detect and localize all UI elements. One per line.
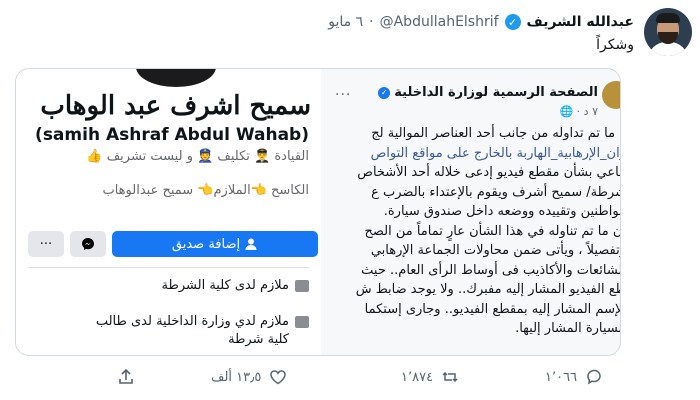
- retweet-icon: [442, 371, 458, 383]
- post-timestamp: ٧ د · 🌐: [559, 105, 598, 118]
- post-line: أن ما تم تناوله في هذا الشأن عارٍ تماماً…: [364, 223, 620, 239]
- facebook-profile-card: سميح اشرف عبد الوهاب (samih Ashraf Abdul…: [16, 69, 321, 355]
- post-line: الإسم المشار إليه بمقطع الفيديو.. وجارى …: [364, 301, 620, 317]
- profile-bio-line-2: الكاسح 👈الملازم👈 سميح عبدالوهاب: [102, 183, 309, 198]
- info-text: ملازم لدي وزارة الداخلية لدى طالب: [95, 314, 289, 329]
- divider: [28, 267, 309, 268]
- tweet-text: وشكراً: [596, 37, 634, 53]
- heart-icon: [270, 370, 287, 385]
- messenger-icon: [82, 238, 94, 250]
- post-line: طع الفيديو المشار إليه مفبرك.. ولا يوجد …: [355, 282, 620, 297]
- share-button[interactable]: [117, 368, 135, 386]
- retweet-button[interactable]: ١٬٨٧٤: [401, 368, 459, 386]
- tweet-actions: ١٣٫٥ ألف ١٬٨٧٤ ١٬٠٦٦: [15, 368, 619, 390]
- post-line: السيارة المشار إليها.: [515, 321, 620, 336]
- info-text: ملازم لدى كلية الشرطة: [161, 278, 289, 293]
- post-line: ماعي بشأن مقطع فيديو إدعى خلاله أحد الأش…: [357, 165, 620, 180]
- post-more-icon: ···: [335, 87, 352, 103]
- tweet-header: عبدالله الشريف ✓ @AbdullahElshrif · ٦ ما…: [328, 12, 634, 32]
- post-line: وتفصيلاً ، ويأتى ضمن محاولات الجماعة الإ…: [370, 243, 620, 258]
- briefcase-icon: [295, 316, 309, 328]
- profile-buttons: ··· إضافة صديق: [28, 231, 318, 257]
- tweet-media[interactable]: سميح اشرف عبد الوهاب (samih Ashraf Abdul…: [15, 68, 621, 356]
- post-hashtag-line: وان_الإرهابية_الهاربة بالخارج على مواقع …: [370, 145, 620, 161]
- info-row-study: ملازم لدي وزارة الداخلية لدى طالب كلية ش…: [96, 313, 309, 349]
- ministry-logo: [602, 81, 620, 109]
- ministry-page-header: الصفحة الرسمية لوزارة الداخلية ✓: [378, 85, 598, 100]
- reply-button[interactable]: ١٬٠٦٦: [545, 368, 603, 386]
- like-button[interactable]: ١٣٫٥ ألف: [211, 368, 287, 386]
- info-text: كلية شرطة: [228, 332, 289, 347]
- profile-name-arabic: سميح اشرف عبد الوهاب: [40, 91, 311, 121]
- post-line: الشائعات والأكاذيب فى أوساط الرأى العام.…: [361, 262, 620, 278]
- post-line: شرطة/ سميح أشرف ويقوم بالإعتداء بالضرب ع: [371, 184, 620, 200]
- briefcase-icon: [295, 280, 309, 292]
- author-handle[interactable]: @AbdullahElshrif: [380, 14, 499, 30]
- post-body: ة ما تم تداوله من جانب أحد العناصر الموا…: [321, 124, 620, 339]
- profile-name-english: (samih Ashraf Abdul Wahab): [35, 125, 309, 145]
- ministry-post: الصفحة الرسمية لوزارة الداخلية ✓ ··· ٧ د…: [321, 69, 620, 355]
- retweet-count: ١٬٨٧٤: [401, 369, 434, 385]
- ministry-page-name: الصفحة الرسمية لوزارة الداخلية: [394, 85, 598, 100]
- messenger-button[interactable]: [70, 231, 106, 257]
- verified-badge-icon: ✓: [504, 14, 521, 30]
- info-row-workplace: ملازم لدى كلية الشرطة: [162, 277, 309, 295]
- post-line: ة ما تم تداوله من جانب أحد العناصر الموا…: [371, 126, 620, 141]
- tweet-date[interactable]: ٦ مايو: [328, 14, 363, 30]
- reply-icon: [587, 369, 601, 385]
- more-button[interactable]: ···: [28, 231, 64, 257]
- add-friend-button[interactable]: إضافة صديق: [112, 231, 318, 257]
- verified-badge-icon: ✓: [378, 86, 391, 99]
- profile-photo: [136, 69, 216, 87]
- share-icon: [119, 368, 133, 384]
- author-avatar[interactable]: [644, 8, 692, 56]
- profile-bio-line-1: القيادة 👨‍✈️ تكليف 👮 و ليست تشريف 👍: [86, 149, 309, 164]
- add-friend-label: إضافة صديق: [171, 236, 241, 252]
- separator: ·: [369, 14, 374, 30]
- post-line: مواطنين وتقييده ووضعه داخل صندوق سيارة.: [383, 204, 620, 219]
- author-display-name[interactable]: عبدالله الشريف: [527, 14, 634, 30]
- add-friend-icon: [245, 238, 257, 250]
- like-count: ١٣٫٥ ألف: [211, 369, 262, 385]
- reply-count: ١٬٠٦٦: [545, 369, 578, 385]
